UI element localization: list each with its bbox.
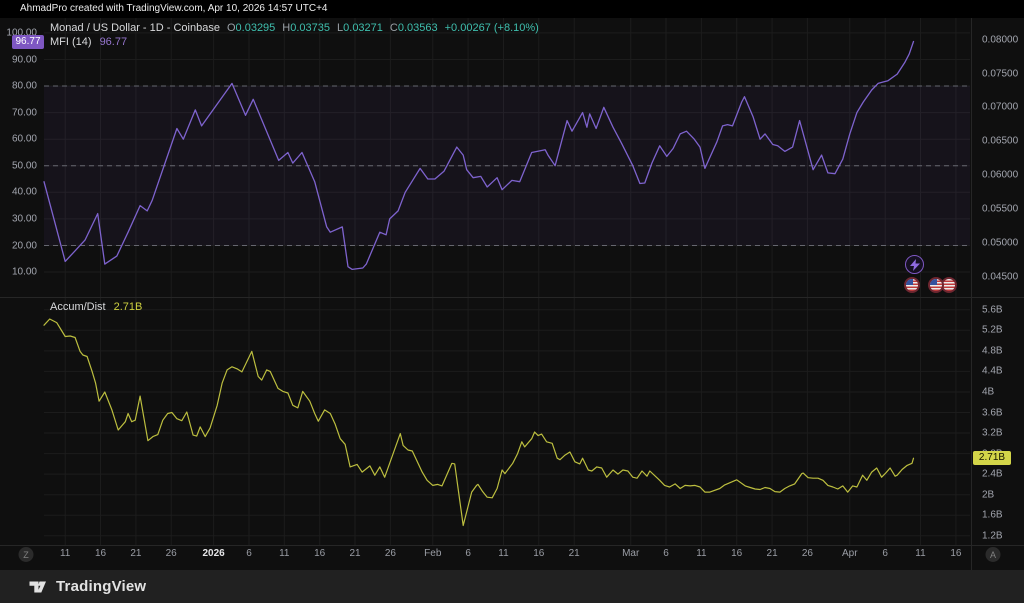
accum-last-value-badge: 2.71B xyxy=(973,451,1011,465)
tradingview-wordmark[interactable]: TradingView xyxy=(56,578,146,595)
price-scale-tick: 0.06500 xyxy=(982,136,1018,147)
change-value: +0.00267 (+8.10%) xyxy=(445,22,539,34)
time-tick: 11 xyxy=(498,548,508,559)
mfi-indicator-legend[interactable]: MFI (14) 96.77 xyxy=(50,36,127,48)
open-value: 0.03295 xyxy=(236,22,276,34)
price-scale-tick: 0.07000 xyxy=(982,102,1018,113)
open-label: O xyxy=(227,22,236,34)
time-tick: 21 xyxy=(767,548,778,559)
time-tick: 21 xyxy=(130,548,141,559)
time-tick: 21 xyxy=(569,548,580,559)
time-tick: 16 xyxy=(731,548,742,559)
time-tick: 26 xyxy=(166,548,177,559)
accum-dist-value: 2.71B xyxy=(114,301,143,313)
price-scale-tick: 0.05000 xyxy=(982,237,1018,248)
mfi-scale-tick: 40.00 xyxy=(0,187,37,198)
time-tick: 11 xyxy=(60,548,70,559)
accum-scale-tick: 5.6B xyxy=(982,304,1003,315)
mfi-last-value-badge: 96.77 xyxy=(12,35,44,49)
monad-logo-icon xyxy=(905,255,924,274)
time-tick: 26 xyxy=(385,548,396,559)
accum-scale-tick: 3.2B xyxy=(982,428,1003,439)
time-tick: 6 xyxy=(663,548,669,559)
chart-area: 100.0090.0080.0070.0060.0050.0040.0030.0… xyxy=(0,18,1024,570)
tradingview-logo-icon[interactable] xyxy=(28,577,47,596)
time-tick: Feb xyxy=(424,548,441,559)
time-tick: 16 xyxy=(95,548,106,559)
close-value: 0.03563 xyxy=(398,22,438,34)
time-tick: 16 xyxy=(314,548,325,559)
accum-scale-tick: 2.4B xyxy=(982,469,1003,480)
time-tick: Apr xyxy=(842,548,858,559)
autoscale-button[interactable]: A xyxy=(986,547,1001,562)
accum-scale-tick: 4.8B xyxy=(982,345,1003,356)
mfi-scale-tick: 60.00 xyxy=(0,134,37,145)
symbol-title: Monad / US Dollar - 1D - Coinbase xyxy=(50,22,220,34)
low-value: 0.03271 xyxy=(343,22,383,34)
time-tick: 6 xyxy=(882,548,888,559)
price-scale-tick: 0.05500 xyxy=(982,204,1018,215)
accum-scale-tick: 4B xyxy=(982,387,994,398)
accum-dist-legend[interactable]: Accum/Dist 2.71B xyxy=(50,301,142,313)
us-flag-icon xyxy=(928,277,944,293)
time-tick: 6 xyxy=(246,548,252,559)
high-value: 0.03735 xyxy=(290,22,330,34)
time-tick: 16 xyxy=(533,548,544,559)
mfi-scale-tick: 50.00 xyxy=(0,160,37,171)
time-tick: 16 xyxy=(950,548,961,559)
time-tick: Mar xyxy=(622,548,639,559)
price-scale-tick: 0.08000 xyxy=(982,34,1018,45)
accum-scale-tick: 4.4B xyxy=(982,366,1003,377)
chart-canvas[interactable] xyxy=(0,18,1024,570)
watermark-text: AhmadPro created with TradingView.com, A… xyxy=(0,0,1024,18)
close-label: C xyxy=(390,22,398,34)
mfi-scale-tick: 20.00 xyxy=(0,240,37,251)
main-symbol-legend[interactable]: Monad / US Dollar - 1D - Coinbase O0.0329… xyxy=(50,22,539,34)
time-tick: 11 xyxy=(696,548,706,559)
accum-scale-tick: 1.2B xyxy=(982,530,1003,541)
price-scale-tick: 0.06000 xyxy=(982,170,1018,181)
accum-scale-tick: 2B xyxy=(982,489,994,500)
time-tick: 26 xyxy=(802,548,813,559)
mfi-scale-tick: 80.00 xyxy=(0,81,37,92)
accum-scale-tick: 1.6B xyxy=(982,510,1003,521)
footer-bar: TradingView xyxy=(0,570,1024,603)
time-tick: 11 xyxy=(279,548,289,559)
mfi-indicator-value: 96.77 xyxy=(100,36,128,48)
accum-dist-label: Accum/Dist xyxy=(50,301,106,313)
accum-scale-tick: 3.6B xyxy=(982,407,1003,418)
accum-scale-tick: 5.2B xyxy=(982,325,1003,336)
time-tick: 2026 xyxy=(202,548,224,559)
mfi-scale-tick: 90.00 xyxy=(0,54,37,65)
mfi-scale-tick: 70.00 xyxy=(0,107,37,118)
us-flag-icon xyxy=(904,277,920,293)
mfi-indicator-label: MFI (14) xyxy=(50,36,92,48)
price-scale-tick: 0.07500 xyxy=(982,68,1018,79)
time-tick: 21 xyxy=(349,548,360,559)
price-scale-tick: 0.04500 xyxy=(982,271,1018,282)
mfi-scale-tick: 10.00 xyxy=(0,267,37,278)
time-tick: 11 xyxy=(915,548,925,559)
timezone-button[interactable]: Z xyxy=(19,547,34,562)
mfi-scale-tick: 30.00 xyxy=(0,213,37,224)
time-tick: 6 xyxy=(465,548,471,559)
